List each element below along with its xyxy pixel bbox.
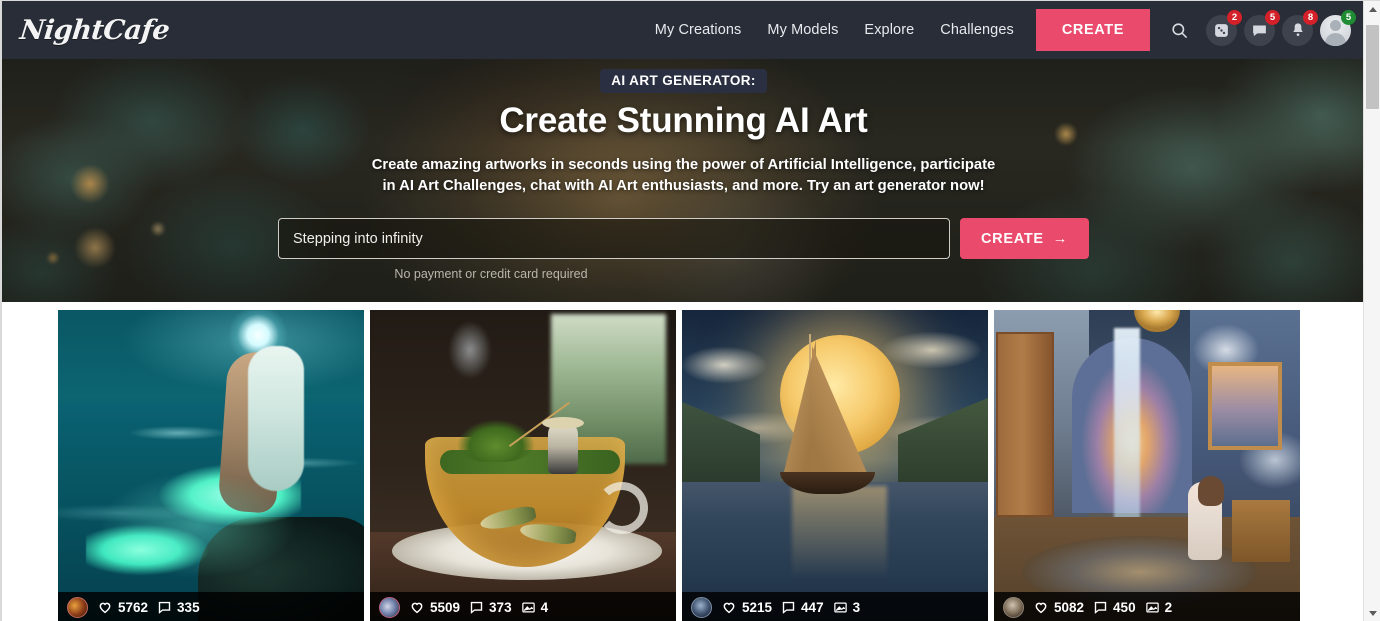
prompt-input[interactable] (278, 218, 951, 259)
heart-icon (1035, 602, 1047, 614)
artwork-author-avatar[interactable] (379, 596, 400, 618)
arrow-right-icon: → (1052, 230, 1068, 247)
artwork-gallery: 5762 335 5509 373 4 5215 447 3 5082 450 … (2, 302, 1365, 621)
nav-link-explore[interactable]: Explore (864, 22, 914, 38)
comment-stat[interactable]: 373 (469, 600, 512, 615)
ceiling-lamp (1134, 310, 1180, 332)
image-count-stat[interactable]: 2 (1145, 599, 1173, 615)
artwork-card[interactable]: 5082 450 2 (993, 309, 1301, 621)
artwork-author-avatar[interactable] (691, 596, 712, 618)
hero-eyebrow-badge: AI ART GENERATOR: (600, 69, 767, 93)
artwork-image-mermaid (58, 310, 364, 621)
dice-icon[interactable]: 2 (1206, 9, 1242, 46)
heart-icon (411, 602, 423, 614)
hero-content: AI ART GENERATOR: Create Stunning AI Art… (2, 59, 1365, 281)
chat-icon[interactable]: 5 (1244, 9, 1280, 46)
artwork-card-footer: 5762 335 (58, 592, 364, 621)
artwork-image-waterfall-room (994, 310, 1300, 621)
water-reflection (792, 486, 887, 596)
comment-stat[interactable]: 450 (1093, 600, 1136, 615)
prompt-row: CREATE → (2, 218, 1365, 259)
artwork-image-teacup (370, 310, 676, 621)
artwork-author-avatar[interactable] (67, 596, 88, 618)
nav-link-my-models[interactable]: My Models (767, 22, 838, 38)
comment-count: 450 (1113, 599, 1136, 615)
image-count-stat[interactable]: 3 (833, 599, 861, 615)
wall-painting (1208, 362, 1282, 450)
avatar-badge: 5 (1341, 9, 1356, 25)
scrollbar-thumb[interactable] (1366, 25, 1379, 109)
hero-note: No payment or credit card required (394, 267, 588, 281)
nav-links: My Creations My Models Explore Challenge… (655, 22, 1014, 38)
nav-create-button[interactable]: CREATE (1035, 9, 1150, 51)
fisherman-hat (542, 417, 584, 429)
artwork-card-footer: 5509 373 4 (370, 592, 676, 621)
images-icon (833, 602, 847, 612)
hero-title: Create Stunning AI Art (499, 101, 868, 140)
scroll-down-arrow[interactable] (1364, 605, 1380, 621)
scroll-up-arrow[interactable] (1364, 1, 1380, 18)
painting-canvas (1212, 366, 1278, 446)
heart-icon (723, 602, 735, 614)
image-count: 2 (1164, 599, 1173, 615)
comment-count: 335 (177, 599, 200, 615)
side-table (1232, 500, 1290, 562)
like-stat[interactable]: 5082 (1033, 599, 1084, 615)
fisherman-figure (548, 422, 578, 474)
nav-link-challenges[interactable]: Challenges (940, 22, 1014, 38)
comment-count: 447 (801, 599, 824, 615)
comment-icon (470, 601, 483, 614)
search-icon[interactable] (1164, 15, 1194, 45)
artwork-card[interactable]: 5762 335 (57, 309, 365, 621)
hero-subtitle: Create amazing artworks in seconds using… (371, 157, 996, 194)
site-logo[interactable]: NightCafe (18, 15, 170, 46)
bell-badge: 8 (1303, 9, 1318, 25)
like-count: 5762 (118, 599, 149, 615)
comment-stat[interactable]: 447 (781, 600, 824, 615)
image-count: 3 (852, 599, 861, 615)
artwork-image-sailboat (682, 310, 988, 621)
comment-icon (1094, 601, 1107, 614)
hero-create-button[interactable]: CREATE → (960, 218, 1089, 259)
top-navigation-bar: NightCafe My Creations My Models Explore… (2, 1, 1365, 59)
comment-icon (782, 601, 795, 614)
artwork-card[interactable]: 5215 447 3 (681, 309, 989, 621)
comment-icon (158, 601, 171, 614)
heart-icon (99, 602, 111, 614)
nav-icon-group: 2 5 8 5 (1164, 9, 1356, 46)
hero-create-label: CREATE (981, 230, 1044, 247)
waterfall (1114, 328, 1140, 528)
page-content: NightCafe My Creations My Models Explore… (2, 1, 1365, 621)
cup-handle (596, 482, 648, 534)
images-icon (521, 602, 535, 612)
image-count: 4 (540, 599, 549, 615)
comment-count: 373 (489, 599, 512, 615)
dice-badge: 2 (1227, 9, 1242, 25)
like-stat[interactable]: 5509 (409, 599, 460, 615)
chat-badge: 5 (1265, 9, 1280, 25)
artwork-card-footer: 5215 447 3 (682, 592, 988, 621)
like-count: 5082 (1054, 599, 1085, 615)
page-scrollbar[interactable] (1363, 1, 1380, 621)
woman-hair (1198, 476, 1224, 506)
wooden-door (996, 332, 1054, 517)
comment-stat[interactable]: 335 (157, 600, 200, 615)
artwork-card[interactable]: 5509 373 4 (369, 309, 677, 621)
bell-icon[interactable]: 8 (1282, 9, 1318, 46)
like-count: 5509 (430, 599, 461, 615)
glow-layer (68, 450, 328, 600)
images-icon (1145, 602, 1159, 612)
nav-link-my-creations[interactable]: My Creations (655, 22, 742, 38)
artwork-author-avatar[interactable] (1003, 596, 1024, 618)
image-count-stat[interactable]: 4 (521, 599, 549, 615)
like-stat[interactable]: 5762 (97, 599, 148, 615)
like-count: 5215 (742, 599, 773, 615)
browser-viewport: NightCafe My Creations My Models Explore… (0, 0, 1380, 621)
like-stat[interactable]: 5215 (721, 599, 772, 615)
artwork-card-footer: 5082 450 2 (994, 592, 1300, 621)
hero-banner: AI ART GENERATOR: Create Stunning AI Art… (2, 59, 1365, 302)
user-avatar[interactable]: 5 (1320, 9, 1356, 46)
